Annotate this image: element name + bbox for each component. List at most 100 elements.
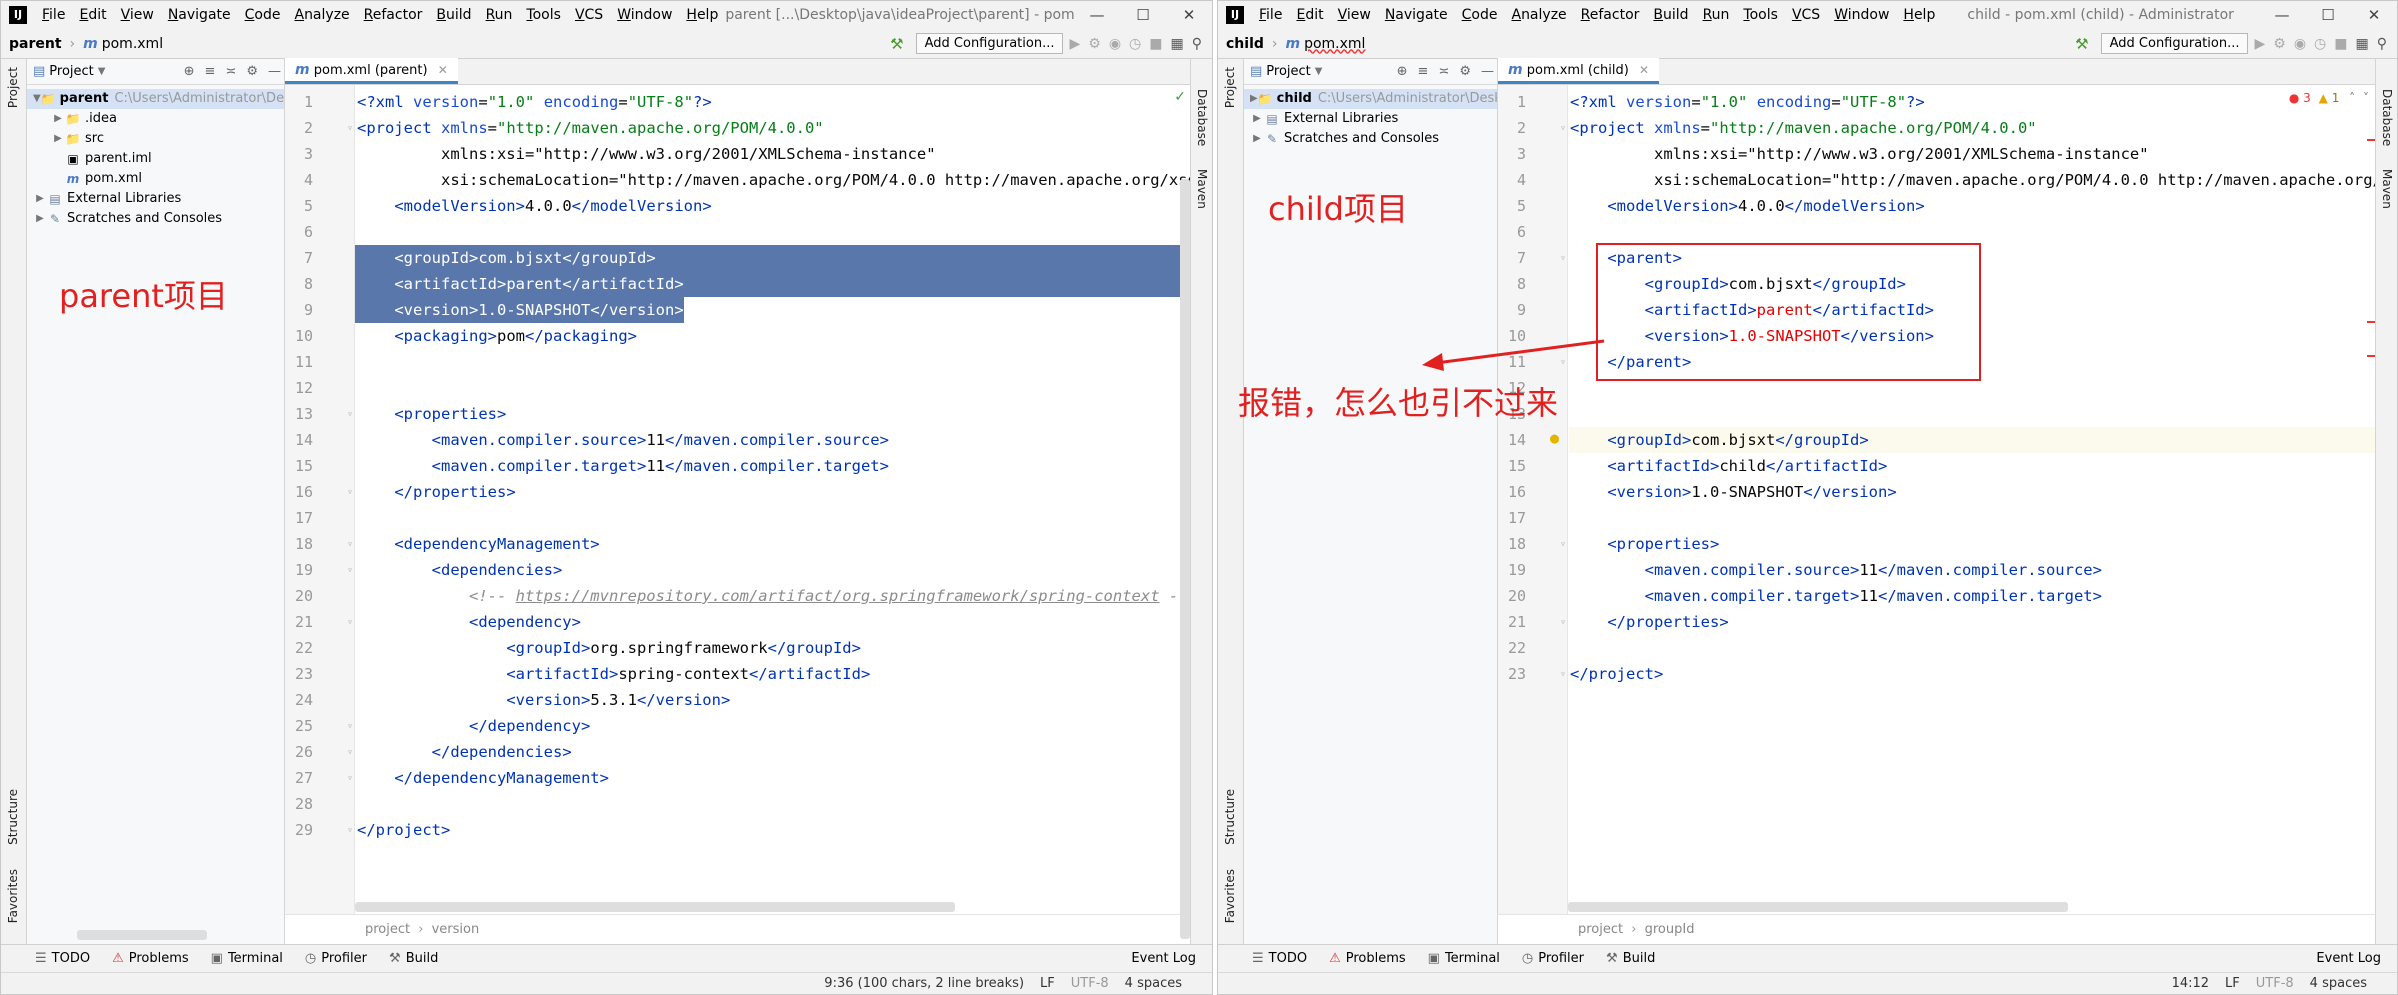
menu-edit[interactable]: Edit	[72, 1, 113, 29]
tool-window-build[interactable]: ⚒ Build	[1606, 951, 1655, 966]
inspection-widget[interactable]: ● 3 ▲ 1 ˄ ˅	[2289, 91, 2369, 105]
indent-setting[interactable]: 4 spaces	[2310, 976, 2367, 991]
line-separator[interactable]: LF	[1040, 976, 1055, 991]
close-icon[interactable]: ✕	[2351, 1, 2397, 29]
code-line[interactable]: <maven.compiler.source>11</maven.compile…	[357, 427, 889, 453]
database-tool-tab[interactable]: Database	[2380, 89, 2394, 146]
expand-all-icon[interactable]: ≡	[202, 64, 219, 79]
code-line[interactable]: <project xmlns="http://maven.apache.org/…	[357, 115, 824, 141]
build-hammer-icon[interactable]: ⚒	[2075, 35, 2088, 53]
editor-h-scrollbar[interactable]	[1568, 902, 2068, 912]
code-line[interactable]: <dependency>	[357, 609, 581, 635]
code-line[interactable]: <groupId>com.bjsxt</groupId>	[355, 245, 1192, 271]
collapse-all-icon[interactable]: ≍	[1435, 64, 1452, 79]
maximize-icon[interactable]: ☐	[2305, 1, 2351, 29]
menu-help[interactable]: Help	[1896, 1, 1942, 29]
event-log-button[interactable]: Event Log	[2316, 951, 2397, 966]
editor-v-scrollbar[interactable]	[1180, 179, 1190, 939]
run-icon[interactable]: ▶	[1069, 36, 1080, 52]
code-line[interactable]: <properties>	[1570, 531, 1719, 557]
editor-tab-pom-child[interactable]: m pom.xml (child) ✕	[1498, 58, 1660, 84]
chevron-up-icon[interactable]: ˄	[2349, 91, 2355, 105]
fold-marker-icon[interactable]: ▿	[347, 539, 353, 550]
tool-window-profiler[interactable]: ◷ Profiler	[1522, 951, 1584, 966]
code-line[interactable]: <maven.compiler.target>11</maven.compile…	[357, 453, 889, 479]
code-line[interactable]: xmlns:xsi="http://www.w3.org/2001/XMLSch…	[357, 141, 936, 167]
code-breadcrumb-item[interactable]: version	[432, 922, 480, 937]
code-line[interactable]: <dependencies>	[357, 557, 563, 583]
tool-window-problems[interactable]: ⚠ Problems	[1329, 951, 1406, 966]
favorites-tool-tab[interactable]: Favorites	[6, 869, 20, 923]
stop-icon[interactable]: ■	[1149, 36, 1162, 52]
code-line[interactable]: <project xmlns="http://maven.apache.org/…	[1570, 115, 2037, 141]
tree-item[interactable]: m pom.xml	[27, 169, 284, 189]
chevron-right-icon[interactable]: ▶	[1250, 109, 1264, 129]
project-tool-tab[interactable]: Project	[1223, 67, 1237, 108]
menu-run[interactable]: Run	[1696, 1, 1737, 29]
menu-window[interactable]: Window	[1827, 1, 1896, 29]
project-structure-icon[interactable]: ▦	[2356, 36, 2369, 52]
breadcrumb-file[interactable]: pom.xml	[1304, 36, 1365, 52]
code-line[interactable]: <dependencyManagement>	[357, 531, 599, 557]
tree-item[interactable]: ▼ 📁 parent C:\Users\Administrator\Deskt	[27, 89, 284, 109]
code-line[interactable]: </dependencies>	[357, 739, 572, 765]
left-code-area[interactable]: 1 <?xml version="1.0" encoding="UTF-8"?> 2…	[285, 85, 1192, 914]
search-icon[interactable]: ⚲	[1192, 36, 1202, 52]
run-icon[interactable]: ▶	[2254, 36, 2265, 52]
favorites-tool-tab[interactable]: Favorites	[1223, 869, 1237, 923]
menu-build[interactable]: Build	[429, 1, 478, 29]
code-line[interactable]: </dependency>	[357, 713, 590, 739]
event-log-button[interactable]: Event Log	[1131, 951, 1212, 966]
menu-window[interactable]: Window	[610, 1, 679, 29]
menu-code[interactable]: Code	[238, 1, 288, 29]
code-line[interactable]: <maven.compiler.target>11</maven.compile…	[1570, 583, 2102, 609]
gear-icon[interactable]: ⚙	[1456, 64, 1474, 79]
code-line[interactable]: <?xml version="1.0" encoding="UTF-8"?>	[1570, 89, 1925, 115]
close-tab-icon[interactable]: ✕	[438, 63, 448, 77]
chevron-down-icon[interactable]: ▼	[1315, 66, 1323, 77]
code-breadcrumb-item[interactable]: project	[1578, 922, 1623, 937]
code-line[interactable]: <artifactId>parent</artifactId>	[355, 271, 1192, 297]
menu-view[interactable]: View	[114, 1, 161, 29]
fold-marker-icon[interactable]: ▿	[1560, 617, 1566, 628]
fold-marker-icon[interactable]: ▿	[347, 123, 353, 134]
right-code-area[interactable]: 1 <?xml version="1.0" encoding="UTF-8"?> 2…	[1498, 85, 2377, 914]
code-line[interactable]: <packaging>pom</packaging>	[357, 323, 637, 349]
chevron-right-icon[interactable]: ▶	[33, 209, 47, 229]
fold-marker-icon[interactable]: ▿	[1560, 253, 1566, 264]
chevron-right-icon[interactable]: ▶	[33, 189, 47, 209]
code-line[interactable]: <artifactId>spring-context</artifactId>	[357, 661, 870, 687]
line-separator[interactable]: LF	[2225, 976, 2240, 991]
code-line[interactable]: <version>1.0-SNAPSHOT</version>	[1570, 479, 1896, 505]
add-configuration-button[interactable]: Add Configuration...	[2100, 33, 2249, 54]
close-icon[interactable]: ✕	[1166, 1, 1212, 29]
menu-refactor[interactable]: Refactor	[1574, 1, 1647, 29]
locate-icon[interactable]: ⊕	[1394, 64, 1411, 79]
close-tab-icon[interactable]: ✕	[1639, 63, 1649, 77]
fold-marker-icon[interactable]: ▿	[347, 825, 353, 836]
menu-navigate[interactable]: Navigate	[161, 1, 238, 29]
locate-icon[interactable]: ⊕	[181, 64, 198, 79]
tree-item[interactable]: ▶ 📁 child C:\Users\Administrator\Deskto	[1244, 89, 1497, 109]
chevron-down-icon[interactable]: ˅	[2363, 91, 2369, 105]
code-line[interactable]: </project>	[357, 817, 450, 843]
project-view-selector[interactable]: Project	[49, 64, 93, 79]
project-tool-tab[interactable]: Project	[6, 67, 20, 108]
project-h-scrollbar[interactable]	[77, 930, 207, 940]
fold-marker-icon[interactable]: ▿	[347, 773, 353, 784]
fold-marker-icon[interactable]: ▿	[347, 487, 353, 498]
structure-tool-tab[interactable]: Structure	[1223, 789, 1237, 845]
database-tool-tab[interactable]: Database	[1195, 89, 1209, 146]
menu-edit[interactable]: Edit	[1289, 1, 1330, 29]
menu-refactor[interactable]: Refactor	[357, 1, 430, 29]
fold-marker-icon[interactable]: ▿	[1560, 123, 1566, 134]
hide-icon[interactable]: —	[1478, 64, 1497, 79]
fold-marker-icon[interactable]: ▿	[1560, 539, 1566, 550]
lightbulb-icon[interactable]: ●	[1550, 429, 1559, 447]
breadcrumb-project[interactable]: child	[1226, 36, 1264, 52]
maven-tool-tab[interactable]: Maven	[1195, 169, 1209, 209]
menu-vcs[interactable]: VCS	[1785, 1, 1827, 29]
project-structure-icon[interactable]: ▦	[1171, 36, 1184, 52]
tree-item[interactable]: ▶ 📁 .idea	[27, 109, 284, 129]
chevron-right-icon[interactable]: ▶	[1250, 129, 1264, 149]
